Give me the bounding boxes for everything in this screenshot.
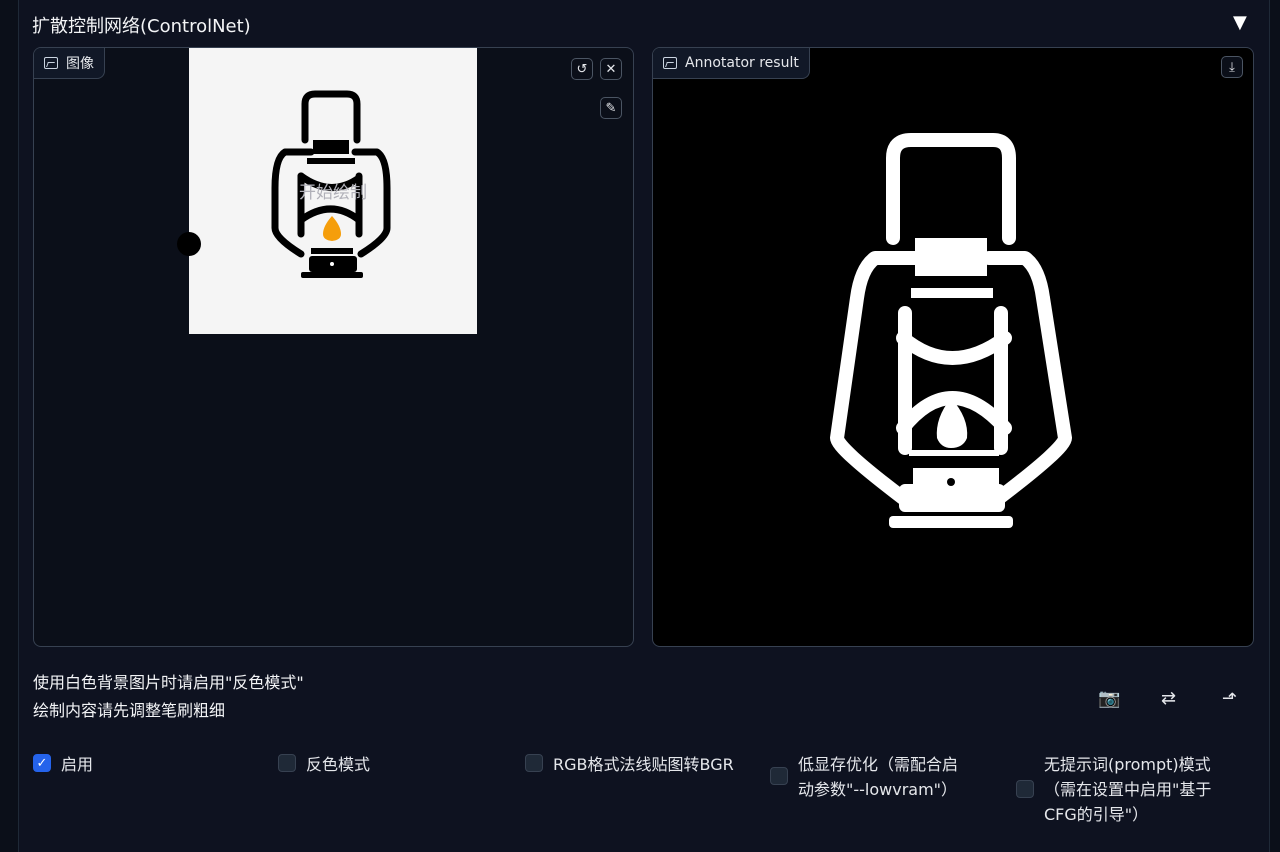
- invert-label: 反色模式: [306, 755, 371, 774]
- close-icon: ✕: [605, 61, 617, 77]
- invert-checkbox[interactable]: [278, 754, 296, 772]
- hint-invert-mode: 使用白色背景图片时请启用"反色模式": [33, 673, 304, 692]
- image-icon: [663, 57, 677, 69]
- brush-button[interactable]: ✎: [600, 97, 622, 119]
- canvas-resize-handle[interactable]: [177, 232, 201, 256]
- enable-label: 启用: [61, 755, 94, 774]
- lowvram-label-line1: 低显存优化（需配合启: [798, 755, 959, 774]
- enable-checkbox[interactable]: ✓: [33, 754, 51, 772]
- guess-mode-label-line3: CFG的引导"）: [1044, 805, 1149, 824]
- clear-button[interactable]: ✕: [600, 58, 622, 80]
- guess-mode-label-line2: （需在设置中启用"基于: [1044, 780, 1212, 799]
- swap-icon[interactable]: ⇄: [1161, 688, 1176, 709]
- rgb-bgr-checkbox[interactable]: [525, 754, 543, 772]
- checkbox-enable[interactable]: ✓ 启用: [33, 752, 93, 777]
- result-panel-label: Annotator result: [653, 48, 810, 79]
- guess-mode-label: 无提示词(prompt)模式 （需在设置中启用"基于 CFG的引导"）: [1044, 752, 1211, 827]
- undo-button[interactable]: ↺: [571, 58, 593, 80]
- lowvram-label: 低显存优化（需配合启 动参数"--lowvram"）: [798, 752, 958, 802]
- rgb-bgr-label: RGB格式法线贴图转BGR: [553, 755, 734, 774]
- image-panel-label: 图像: [34, 48, 105, 79]
- guess-mode-label-line1: 无提示词(prompt)模式: [1044, 755, 1211, 774]
- send-dimensions-icon[interactable]: ⬏: [1222, 688, 1237, 709]
- annotator-result-panel: Annotator result ⤓: [652, 47, 1254, 647]
- drawing-canvas[interactable]: 开始绘制: [177, 48, 477, 334]
- canvas-hint-text: 开始绘制: [299, 183, 367, 203]
- hint-brush-width: 绘制内容请先调整笔刷粗细: [33, 701, 226, 720]
- guess-mode-checkbox[interactable]: [1016, 780, 1034, 798]
- lowvram-label-line2: 动参数"--lowvram"）: [798, 780, 958, 799]
- lowvram-checkbox[interactable]: [770, 767, 788, 785]
- collapse-triangle-icon[interactable]: ▼: [1233, 12, 1247, 33]
- annotator-result-image: [830, 133, 1072, 528]
- undo-icon: ↺: [576, 61, 588, 77]
- checkbox-guess-mode[interactable]: 无提示词(prompt)模式 （需在设置中启用"基于 CFG的引导"）: [1016, 752, 1211, 827]
- camera-icon[interactable]: 📷: [1098, 688, 1120, 709]
- brush-icon: ✎: [605, 100, 617, 116]
- accordion-title[interactable]: 扩散控制网络(ControlNet): [32, 12, 251, 38]
- image-icon: [44, 57, 58, 69]
- image-panel-label-text: 图像: [66, 56, 94, 72]
- image-input-panel: 图像 开始绘制 ↺ ✕ ✎: [33, 47, 634, 647]
- result-panel-label-text: Annotator result: [685, 55, 799, 71]
- checkbox-invert[interactable]: 反色模式: [278, 752, 370, 777]
- checkbox-rgb-to-bgr[interactable]: RGB格式法线贴图转BGR: [525, 752, 734, 777]
- checkbox-lowvram[interactable]: 低显存优化（需配合启 动参数"--lowvram"）: [770, 752, 958, 802]
- checkmark-icon: ✓: [36, 755, 48, 771]
